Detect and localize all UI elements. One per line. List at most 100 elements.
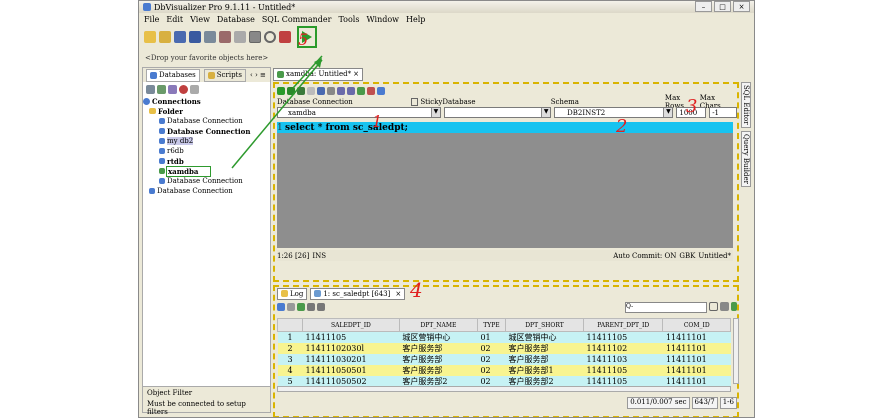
maximize-button[interactable]: □ [714, 1, 731, 12]
table-cell[interactable]: 11411101 [662, 354, 731, 365]
save-icon[interactable] [174, 31, 186, 43]
save-icon[interactable] [317, 86, 325, 95]
close-tab-icon[interactable]: × [395, 290, 401, 298]
grid-view-icon[interactable] [277, 303, 285, 311]
max-chars-input[interactable]: -1 [709, 107, 738, 118]
text-layout-icon[interactable] [720, 302, 729, 311]
monitor-icon[interactable] [264, 31, 276, 43]
save-all-icon[interactable] [189, 31, 201, 43]
tree-item[interactable]: Database Connection [143, 176, 270, 186]
menu-file[interactable]: File [144, 15, 159, 24]
tree-item[interactable]: Database Connection [143, 116, 270, 126]
connect-icon[interactable] [146, 84, 155, 94]
format-icon[interactable] [327, 86, 335, 95]
table-row[interactable]: 3 114111030201 客户服务部 02 客户服务部 11411103 1… [277, 354, 731, 365]
menu-help[interactable]: Help [406, 15, 425, 24]
table-cell[interactable]: 城区营销中心 [399, 331, 478, 343]
table-cell[interactable]: 11411103 [583, 354, 663, 365]
options-icon[interactable] [377, 86, 385, 95]
sticky-checkbox[interactable] [410, 97, 419, 106]
minimize-button[interactable]: – [695, 1, 712, 12]
tree-item[interactable]: Database Connection [143, 126, 270, 136]
export-icon[interactable] [297, 303, 305, 311]
table-cell[interactable]: 11411101 [662, 331, 731, 343]
table-cell[interactable]: 11411102030l [302, 343, 400, 354]
table-cell[interactable]: 11411102 [583, 343, 663, 354]
execute-current-icon[interactable] [287, 86, 295, 95]
execute-buffer-icon[interactable] [297, 86, 305, 95]
sql-text-area[interactable]: 1 select * from sc_saledpt; [277, 122, 733, 248]
menu-edit[interactable]: Edit [166, 15, 183, 24]
close-tab-icon[interactable]: × [353, 70, 359, 78]
column-header[interactable]: DPT_SHORT [504, 318, 585, 332]
table-cell[interactable]: 02 [477, 365, 506, 376]
table-row[interactable]: 2 11411102030l 客户服务部 02 客户服务部 11411102 1… [277, 343, 731, 354]
column-header[interactable]: PARENT_DPT_ID [582, 318, 664, 332]
column-header[interactable]: COM_ID [662, 318, 731, 332]
filter-icon[interactable] [190, 84, 199, 94]
table-cell[interactable]: 11411105 [583, 331, 663, 343]
filter-input[interactable]: Q- [625, 302, 707, 313]
table-cell[interactable]: 客户服务部 [399, 343, 478, 354]
column-header[interactable] [277, 318, 303, 332]
menu-window[interactable]: Window [366, 15, 399, 24]
tree-root[interactable]: Connections [143, 96, 270, 106]
rollback-icon[interactable] [367, 86, 375, 95]
sql-statement[interactable]: select * from sc_saledpt; [285, 123, 408, 133]
tree-item[interactable]: Database Connection [143, 186, 270, 196]
table-cell[interactable]: 11411101 [662, 343, 731, 354]
tab-scripts[interactable]: Scripts [203, 68, 246, 82]
menu-sql-commander[interactable]: SQL Commander [262, 15, 332, 24]
table-cell[interactable]: 11411101 [662, 365, 731, 376]
table-cell[interactable]: 客户服务部1 [505, 365, 584, 376]
refresh-icon[interactable] [287, 303, 295, 311]
print-icon[interactable] [234, 31, 246, 43]
open-file-icon[interactable] [159, 31, 171, 43]
table-cell[interactable]: 客户服务部 [505, 354, 584, 365]
tab-log[interactable]: Log [277, 287, 308, 300]
table-cell[interactable]: 02 [477, 354, 506, 365]
tree-item[interactable]: rtdb [143, 156, 270, 166]
sql-line[interactable]: 1 select * from sc_saledpt; [277, 122, 733, 133]
schema-select[interactable]: DB2INST2 ▼ [554, 107, 674, 118]
table-cell[interactable]: 客户服务部 [399, 365, 478, 376]
stop-icon[interactable] [279, 31, 291, 43]
execute-icon[interactable] [277, 86, 285, 95]
tree-item[interactable]: r6db [143, 146, 270, 156]
chart-icon[interactable] [731, 302, 737, 311]
table-cell[interactable]: 02 [477, 343, 506, 354]
close-window-button[interactable]: × [733, 1, 750, 12]
table-row[interactable]: 1 11411105 城区营销中心 01 城区营销中心 11411105 114… [277, 331, 731, 343]
database-select[interactable]: ▼ [443, 107, 552, 118]
db-connection-select[interactable]: xamdba ▼ [277, 107, 441, 118]
stop-icon[interactable] [179, 84, 188, 94]
tab-nav-controls[interactable]: ‹ › ≡ [250, 71, 266, 79]
editor-tab[interactable]: xamdba: Untitled* × [273, 67, 363, 81]
back-icon[interactable] [337, 86, 345, 95]
stop-icon[interactable] [307, 86, 315, 95]
disconnect-icon[interactable] [219, 31, 231, 43]
table-cell[interactable]: 客户服务部 [505, 343, 584, 354]
copy-icon[interactable] [307, 303, 315, 311]
table-cell[interactable]: 114111030201 [302, 354, 400, 365]
table-cell[interactable]: 客户服务部 [399, 354, 478, 365]
tree-item-selected[interactable]: xamdba [143, 165, 270, 177]
column-header[interactable]: DPT_NAME [398, 318, 478, 332]
commit-icon[interactable] [357, 86, 365, 95]
table-cell[interactable]: 01 [477, 331, 506, 343]
table-cell[interactable]: 11411105 [583, 365, 663, 376]
menu-database[interactable]: Database [217, 15, 255, 24]
open-folder-icon[interactable] [144, 31, 156, 43]
edit-icon[interactable] [317, 303, 325, 311]
properties-icon[interactable] [249, 31, 261, 43]
edit-icon[interactable] [168, 84, 177, 94]
tab-databases[interactable]: Databases [146, 68, 200, 82]
tab-query-builder[interactable]: Query Builder [741, 130, 751, 187]
tab-result[interactable]: 1: sc_saledpt [643] × [310, 287, 406, 300]
horizontal-scrollbar[interactable] [277, 386, 731, 392]
refresh-icon[interactable] [157, 84, 166, 94]
grid-layout-icon[interactable] [709, 302, 718, 311]
column-header[interactable]: SALEDPT_ID [302, 318, 400, 332]
menu-view[interactable]: View [190, 15, 210, 24]
tab-sql-editor[interactable]: SQL Editor [741, 82, 751, 128]
